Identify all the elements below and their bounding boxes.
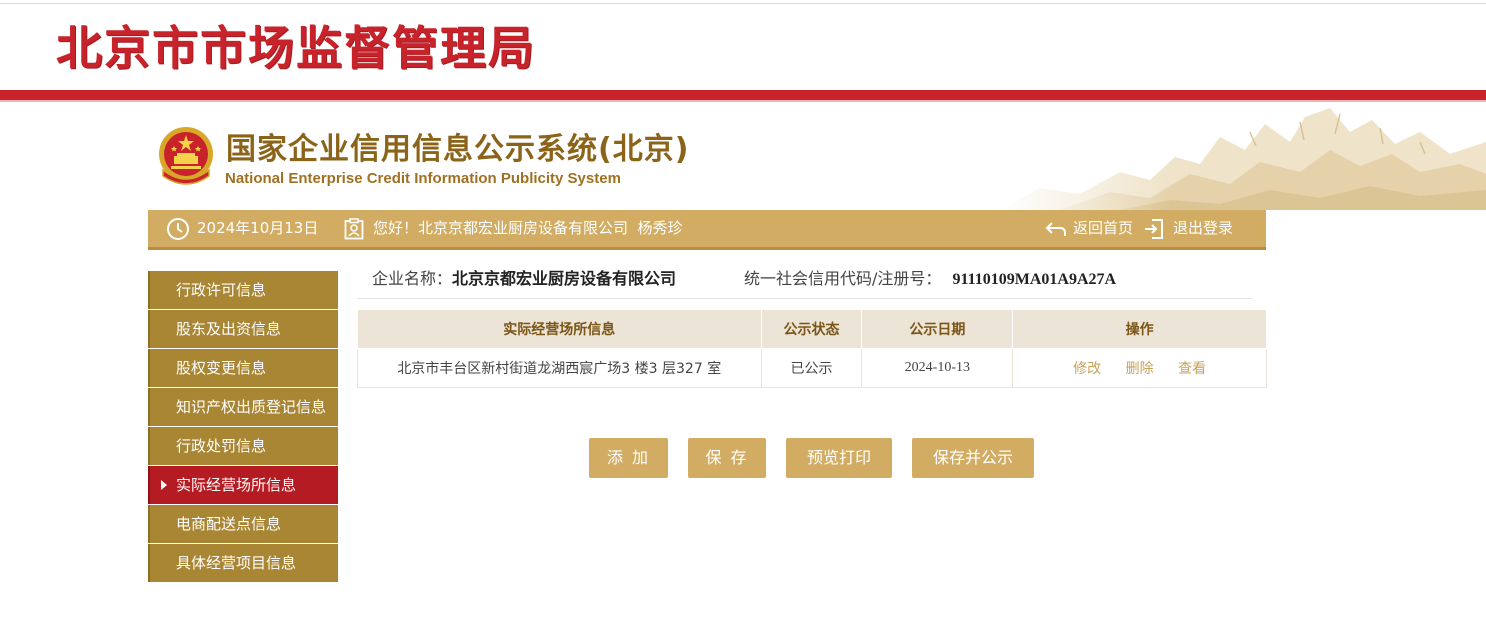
- cell-actions: 修改 删除 查看: [1012, 348, 1267, 388]
- sidebar-item-label: 股东及出资信息: [176, 320, 282, 338]
- logout-icon: [1145, 218, 1163, 239]
- company-info: 企业名称：北京京都宏业厨房设备有限公司 统一社会信用代码/注册号： 911101…: [357, 259, 1252, 299]
- current-date: 2024年10月13日: [197, 219, 319, 237]
- column-header-address: 实际经营场所信息: [357, 309, 762, 349]
- column-header-status: 公示状态: [760, 309, 863, 349]
- sidebar-item-admin-license[interactable]: 行政许可信息: [148, 271, 338, 309]
- mountain-landscape-image: [1000, 102, 1486, 210]
- agency-title: 北京市市场监督管理局: [56, 21, 536, 75]
- sidebar-item-equity-change[interactable]: 股权变更信息: [148, 349, 338, 387]
- sidebar-item-shareholders[interactable]: 股东及出资信息: [148, 310, 338, 348]
- return-home-label: 返回首页: [1073, 219, 1134, 237]
- column-header-date: 公示日期: [861, 309, 1014, 349]
- save-and-publish-button[interactable]: 保存并公示: [912, 438, 1034, 478]
- view-link[interactable]: 查看: [1178, 361, 1206, 377]
- company-name-value: 北京京都宏业厨房设备有限公司: [452, 269, 677, 288]
- edit-link[interactable]: 修改: [1073, 361, 1101, 377]
- cell-address: 北京市丰台区新村街道龙湖西宸广场3 楼3 层327 室: [357, 348, 762, 388]
- national-emblem-icon: [159, 127, 213, 185]
- user-card-icon: [344, 217, 364, 239]
- sidebar-item-label: 行政处罚信息: [176, 437, 267, 455]
- sidebar-item-ip-pledge[interactable]: 知识产权出质登记信息: [148, 388, 338, 426]
- return-home-link[interactable]: 返回首页: [1045, 210, 1133, 247]
- save-button[interactable]: 保 存: [688, 438, 766, 478]
- return-arrow-icon: [1045, 221, 1066, 236]
- cell-date: 2024-10-13: [861, 348, 1014, 388]
- sidebar-item-label: 电商配送点信息: [176, 515, 282, 533]
- add-button[interactable]: 添 加: [589, 438, 668, 478]
- preview-print-button[interactable]: 预览打印: [786, 438, 892, 478]
- company-name-field: 企业名称：北京京都宏业厨房设备有限公司: [372, 259, 676, 299]
- date-display: 2024年10月13日: [166, 210, 318, 247]
- greeting-text: 您好！北京京都宏业厨房设备有限公司 杨秀珍: [373, 219, 683, 237]
- sidebar-item-admin-penalty[interactable]: 行政处罚信息: [148, 427, 338, 465]
- sidebar-item-label: 股权变更信息: [176, 359, 267, 377]
- user-info-bar: 2024年10月13日 您好！北京京都宏业厨房设备有限公司 杨秀珍 返回首页 退…: [148, 210, 1266, 250]
- credit-code-label: 统一社会信用代码/注册号：: [744, 269, 942, 288]
- sidebar-item-business-premises[interactable]: 实际经营场所信息: [148, 466, 338, 504]
- column-header-actions: 操作: [1012, 309, 1267, 349]
- credit-code-field: 统一社会信用代码/注册号： 91110109MA01A9A27A: [744, 259, 1116, 300]
- system-title: 国家企业信用信息公示系统(北京): [226, 132, 690, 167]
- table-header-row: 实际经营场所信息 公示状态 公示日期 操作: [357, 309, 1267, 349]
- delete-link[interactable]: 删除: [1126, 361, 1154, 377]
- header-red-bar: [0, 90, 1486, 100]
- premises-table: 实际经营场所信息 公示状态 公示日期 操作 北京市丰台区新村街道龙湖西宸广场3 …: [357, 309, 1267, 388]
- company-name-label: 企业名称：: [372, 269, 453, 288]
- clock-icon: [167, 217, 189, 240]
- greeting-display: 您好！北京京都宏业厨房设备有限公司 杨秀珍: [344, 210, 683, 247]
- sidebar-nav: 行政许可信息 股东及出资信息 股权变更信息 知识产权出质登记信息 行政处罚信息 …: [148, 271, 338, 583]
- sidebar-item-label: 知识产权出质登记信息: [176, 398, 327, 416]
- top-divider: [0, 3, 1486, 4]
- credit-code-value: 91110109MA01A9A27A: [952, 271, 1117, 288]
- sidebar-item-label: 行政许可信息: [176, 281, 267, 299]
- logout-link[interactable]: 退出登录: [1143, 210, 1233, 247]
- sidebar-item-ecommerce-delivery[interactable]: 电商配送点信息: [148, 505, 338, 543]
- table-row: 北京市丰台区新村街道龙湖西宸广场3 楼3 层327 室 已公示 2024-10-…: [357, 348, 1267, 388]
- active-arrow-icon: [161, 480, 167, 490]
- cell-status: 已公示: [760, 348, 863, 388]
- sidebar-item-label: 实际经营场所信息: [176, 476, 297, 494]
- sidebar-item-business-scope[interactable]: 具体经营项目信息: [148, 544, 338, 582]
- logout-label: 退出登录: [1173, 219, 1234, 237]
- system-subtitle: National Enterprise Credit Information P…: [225, 170, 621, 187]
- sidebar-item-label: 具体经营项目信息: [176, 554, 297, 572]
